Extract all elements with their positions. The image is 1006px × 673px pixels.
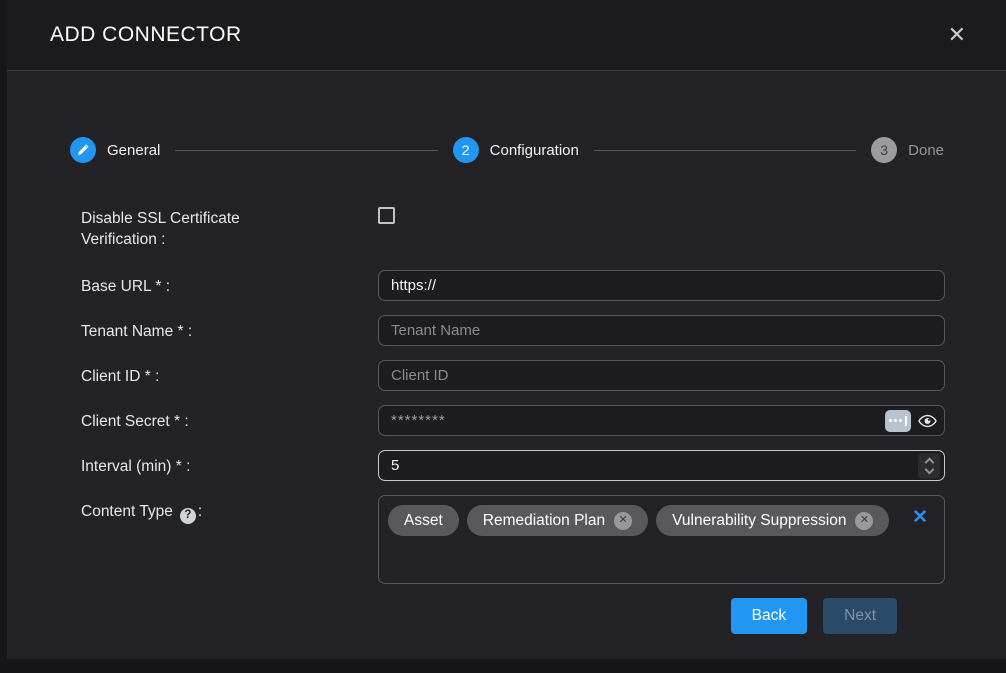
client-secret-label: Client Secret * : [81, 405, 378, 432]
step-2-badge: 2 [453, 137, 479, 163]
base-url-label: Base URL * : [81, 270, 378, 297]
stepper-connector [594, 150, 856, 151]
step-general-label: General [107, 142, 160, 159]
form-row-client-id: Client ID * : [81, 360, 945, 391]
ssl-label: Disable SSL Certificate Verification : [81, 202, 378, 250]
form-row-client-secret: Client Secret * : [81, 405, 945, 436]
client-secret-input[interactable] [378, 405, 945, 436]
interval-input[interactable] [378, 450, 945, 481]
credentials-autofill-icon[interactable] [885, 410, 911, 432]
content-type-label-text: Content Type [81, 503, 173, 520]
back-button[interactable]: Back [731, 598, 807, 634]
help-icon[interactable]: ? [180, 508, 196, 524]
chip-remediation-plan-label: Remediation Plan [483, 510, 605, 531]
step-3-badge: 3 [871, 137, 897, 163]
chip-remove-icon[interactable]: ✕ [855, 512, 873, 530]
step-configuration[interactable]: 2 Configuration [453, 137, 579, 163]
dialog-title: ADD CONNECTOR [50, 23, 242, 47]
pencil-icon [70, 137, 96, 163]
form-row-tenant-name: Tenant Name * : [81, 315, 945, 346]
clear-all-icon[interactable]: ✕ [912, 508, 928, 527]
form-row-content-type: Content Type?: Asset Remediation Plan ✕ … [81, 495, 945, 584]
content-type-multiselect[interactable]: Asset Remediation Plan ✕ Vulnerability S… [378, 495, 945, 584]
tenant-name-label: Tenant Name * : [81, 315, 378, 342]
base-url-input[interactable] [378, 270, 945, 301]
show-password-eye-icon[interactable] [918, 414, 937, 428]
chip-remove-icon[interactable]: ✕ [614, 512, 632, 530]
wizard-stepper: General 2 Configuration 3 Done [70, 137, 944, 163]
dialog-footer: Back Next [81, 598, 897, 634]
add-connector-dialog: ADD CONNECTOR ✕ General 2 Configuration … [7, 0, 1006, 659]
form-row-ssl: Disable SSL Certificate Verification : [81, 202, 945, 250]
chip-asset-label: Asset [404, 510, 443, 531]
content-type-label: Content Type?: [81, 495, 378, 524]
chip-remediation-plan[interactable]: Remediation Plan ✕ [467, 505, 648, 536]
chip-asset[interactable]: Asset [388, 505, 459, 536]
form-row-base-url: Base URL * : [81, 270, 945, 301]
stepper-down-icon[interactable] [924, 464, 934, 474]
next-button[interactable]: Next [823, 598, 897, 634]
number-stepper[interactable] [918, 453, 940, 478]
dialog-header: ADD CONNECTOR ✕ [7, 0, 1006, 71]
client-id-label: Client ID * : [81, 360, 378, 387]
step-done[interactable]: 3 Done [871, 137, 944, 163]
ssl-checkbox[interactable] [378, 207, 395, 224]
close-icon[interactable]: ✕ [948, 24, 966, 46]
stepper-connector [175, 150, 437, 151]
content-type-colon: : [198, 503, 202, 520]
client-id-input[interactable] [378, 360, 945, 391]
step-configuration-label: Configuration [490, 142, 579, 159]
form-row-interval: Interval (min) * : [81, 450, 945, 481]
step-done-label: Done [908, 142, 944, 159]
chip-vulnerability-suppression-label: Vulnerability Suppression [672, 510, 846, 531]
step-general[interactable]: General [70, 137, 160, 163]
chip-vulnerability-suppression[interactable]: Vulnerability Suppression ✕ [656, 505, 889, 536]
configuration-form: Disable SSL Certificate Verification : B… [81, 202, 945, 634]
tenant-name-input[interactable] [378, 315, 945, 346]
interval-label: Interval (min) * : [81, 450, 378, 477]
